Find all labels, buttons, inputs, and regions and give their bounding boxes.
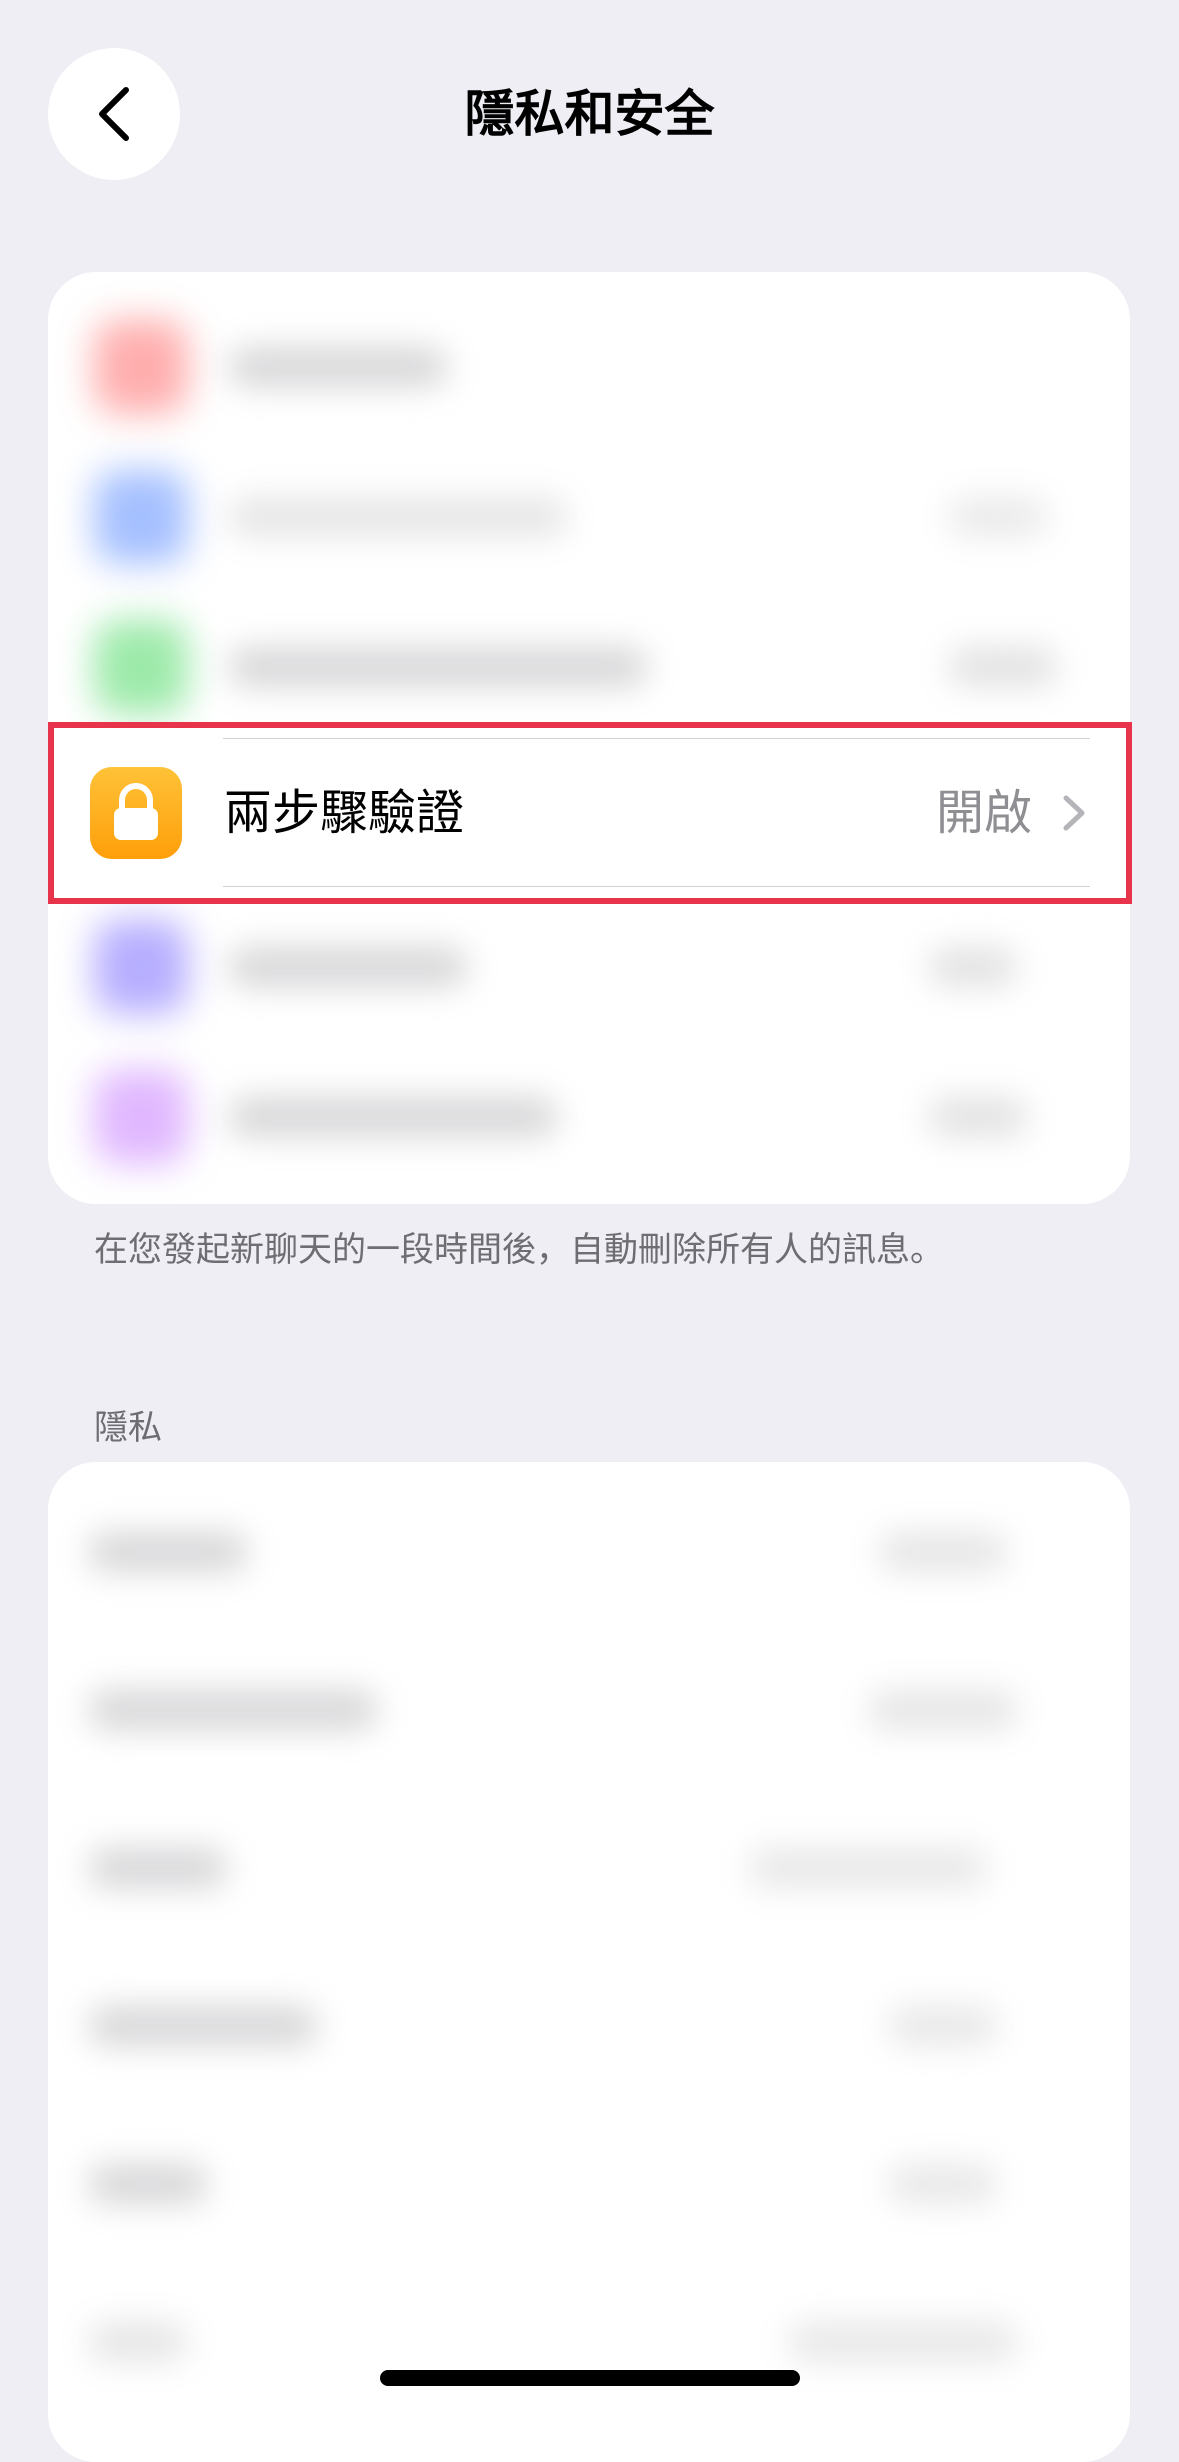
blurred-text — [88, 1532, 248, 1572]
blurred-row — [48, 1042, 1130, 1192]
blurred-text — [88, 2322, 188, 2362]
blurred-row — [48, 292, 1130, 442]
divider — [223, 886, 1090, 887]
two-step-verification-label: 兩步驟驗證 — [224, 785, 465, 841]
blurred-row — [48, 892, 1130, 1042]
blurred-icon — [94, 620, 188, 714]
blurred-text — [228, 497, 568, 537]
blurred-icon — [94, 470, 188, 564]
divider — [223, 738, 1090, 739]
chevron-right-icon — [1063, 795, 1085, 831]
blurred-icon — [94, 320, 188, 414]
blurred-text — [948, 497, 1048, 537]
blurred-row — [48, 442, 1130, 592]
blurred-text — [948, 647, 1058, 687]
privacy-section-header: 隱私 — [94, 1408, 162, 1448]
two-step-verification-row[interactable]: 兩步驟驗證 開啟 — [48, 722, 1130, 904]
blurred-text — [868, 1690, 1018, 1730]
blurred-text — [228, 647, 648, 687]
blurred-text — [788, 2322, 1018, 2362]
privacy-settings-card — [48, 1462, 1130, 2462]
two-step-verification-status: 開啟 — [935, 785, 1032, 841]
blurred-text — [888, 2006, 998, 2046]
page-title: 隱私和安全 — [464, 85, 715, 143]
blurred-row — [48, 592, 1130, 742]
section-footer-note: 在您發起新聊天的一段時間後，自動刪除所有人的訊息。 — [94, 1230, 944, 1270]
blurred-text — [228, 347, 448, 387]
blurred-text — [928, 1097, 1028, 1137]
blurred-text — [88, 1690, 378, 1730]
blurred-text — [228, 1097, 558, 1137]
blurred-text — [888, 2164, 998, 2204]
blurred-text — [928, 947, 1018, 987]
blurred-text — [88, 1848, 228, 1888]
blurred-text — [748, 1848, 988, 1888]
blurred-text — [228, 947, 468, 987]
blurred-icon — [94, 1070, 188, 1164]
blurred-text — [88, 2006, 318, 2046]
home-indicator — [380, 2370, 800, 2386]
blurred-text — [878, 1532, 1008, 1572]
lock-icon — [90, 767, 182, 859]
blurred-text — [88, 2164, 208, 2204]
blurred-icon — [94, 920, 188, 1014]
